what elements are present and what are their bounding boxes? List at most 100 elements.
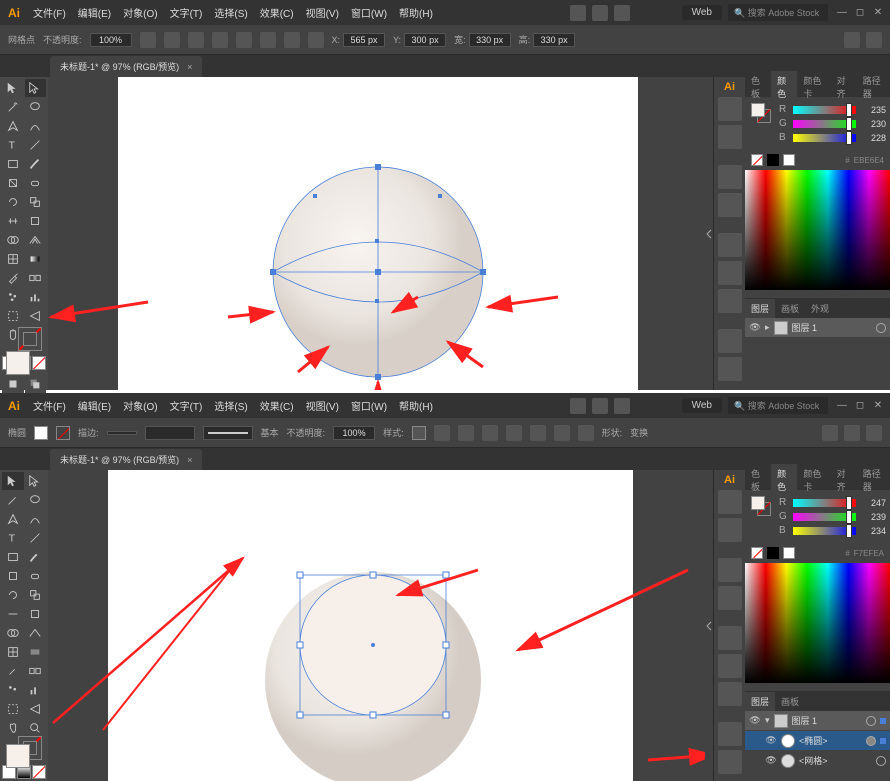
- scale-tool[interactable]: [25, 193, 47, 211]
- eraser-tool[interactable]: [25, 567, 47, 585]
- visibility-toggle[interactable]: 👁: [749, 715, 761, 727]
- gradient-panel-icon[interactable]: [718, 654, 742, 678]
- visibility-toggle[interactable]: 👁: [749, 322, 761, 334]
- close-button[interactable]: ✕: [870, 399, 886, 413]
- transparency-panel-icon[interactable]: [718, 289, 742, 313]
- rectangle-tool[interactable]: [2, 548, 24, 566]
- align-icon[interactable]: [434, 425, 450, 441]
- menu-edit[interactable]: 编辑(E): [73, 2, 116, 23]
- appearance-panel-icon[interactable]: [718, 722, 742, 746]
- black-swatch[interactable]: [767, 547, 779, 559]
- x-field[interactable]: 565 px: [343, 33, 385, 47]
- paintbrush-tool[interactable]: [25, 155, 47, 173]
- expand-arrow-icon[interactable]: ▸: [765, 322, 770, 333]
- direct-selection-tool[interactable]: [25, 472, 47, 490]
- b-value[interactable]: 234: [862, 526, 886, 536]
- collapse-arrow-icon[interactable]: ▾: [765, 715, 770, 726]
- visibility-toggle[interactable]: 👁: [765, 755, 777, 767]
- menu-help[interactable]: 帮助(H): [394, 395, 438, 416]
- arrange-icon[interactable]: [614, 398, 630, 414]
- scale-tool[interactable]: [25, 586, 47, 604]
- r-slider[interactable]: [793, 499, 856, 507]
- line-segment-tool[interactable]: [25, 529, 47, 547]
- menu-file[interactable]: 文件(F): [28, 395, 71, 416]
- align-icon[interactable]: [506, 425, 522, 441]
- workspace-switcher[interactable]: Web: [682, 5, 722, 20]
- document-tab[interactable]: 未标题-1* @ 97% (RGB/预览) ×: [50, 449, 202, 470]
- search-input[interactable]: 🔍 搜索 Adobe Stock: [728, 397, 828, 414]
- mesh-tool[interactable]: [2, 643, 24, 661]
- hex-value[interactable]: EBE6E4: [854, 156, 884, 165]
- r-value[interactable]: 235: [862, 105, 886, 115]
- fill-swatch[interactable]: [34, 426, 48, 440]
- align-icon[interactable]: [284, 32, 300, 48]
- h-field[interactable]: 330 px: [533, 33, 575, 47]
- draw-normal[interactable]: [2, 375, 24, 393]
- blend-tool[interactable]: [25, 269, 47, 287]
- gradient-tool[interactable]: [25, 643, 47, 661]
- symbol-sprayer-tool[interactable]: [2, 681, 24, 699]
- stroke-profile[interactable]: [145, 426, 195, 440]
- gpu-icon[interactable]: [570, 5, 586, 21]
- transparency-panel-icon[interactable]: [718, 682, 742, 706]
- menu-window[interactable]: 窗口(W): [346, 395, 392, 416]
- setup-icon[interactable]: [844, 425, 860, 441]
- line-segment-tool[interactable]: [25, 136, 47, 154]
- zoom-tool[interactable]: [25, 719, 47, 737]
- slice-tool[interactable]: [25, 307, 47, 325]
- type-tool[interactable]: T: [2, 529, 24, 547]
- direct-selection-tool[interactable]: [25, 79, 47, 97]
- style-swatch[interactable]: [412, 426, 426, 440]
- menu-view[interactable]: 视图(V): [301, 2, 344, 23]
- target-icon[interactable]: [866, 736, 876, 746]
- none-swatch[interactable]: [751, 547, 763, 559]
- libraries-panel-icon[interactable]: [718, 518, 742, 542]
- stroke-swatch[interactable]: [18, 327, 42, 351]
- align-icon[interactable]: [260, 32, 276, 48]
- opacity-field[interactable]: 100%: [333, 426, 375, 440]
- doc-setup-icon[interactable]: [592, 398, 608, 414]
- menu-view[interactable]: 视图(V): [301, 395, 344, 416]
- stroke-weight-field[interactable]: [107, 431, 137, 435]
- close-tab-icon[interactable]: ×: [187, 455, 192, 465]
- paintbrush-tool[interactable]: [25, 548, 47, 566]
- draw-behind[interactable]: [25, 375, 47, 393]
- menu-type[interactable]: 文字(T): [165, 2, 208, 23]
- column-graph-tool[interactable]: [25, 681, 47, 699]
- brush-definition[interactable]: [203, 426, 253, 440]
- column-graph-tool[interactable]: [25, 288, 47, 306]
- align-icon[interactable]: [578, 425, 594, 441]
- eyedropper-tool[interactable]: [2, 269, 24, 287]
- align-icon[interactable]: [212, 32, 228, 48]
- fill-swatch[interactable]: [6, 351, 30, 375]
- w-field[interactable]: 330 px: [469, 33, 511, 47]
- mesh-tool[interactable]: [2, 250, 24, 268]
- menu-edit[interactable]: 编辑(E): [73, 395, 116, 416]
- sublayer-name[interactable]: <网格>: [799, 754, 872, 767]
- b-slider[interactable]: [793, 134, 856, 142]
- mini-fill-stroke[interactable]: [751, 496, 771, 516]
- menu-effect[interactable]: 效果(C): [255, 395, 299, 416]
- align-icon[interactable]: [530, 425, 546, 441]
- search-input[interactable]: 🔍 搜索 Adobe Stock: [728, 4, 828, 21]
- blend-tool[interactable]: [25, 662, 47, 680]
- properties-panel-icon[interactable]: [718, 490, 742, 514]
- libraries-panel-icon[interactable]: [718, 125, 742, 149]
- menu-select[interactable]: 选择(S): [209, 395, 252, 416]
- artboards-tab[interactable]: 画板: [775, 692, 805, 711]
- hand-tool[interactable]: [2, 719, 24, 737]
- layer-row[interactable]: 👁 ▸ 图层 1: [745, 318, 890, 338]
- menu-object[interactable]: 对象(O): [118, 395, 162, 416]
- transform-icon[interactable]: [308, 32, 324, 48]
- align-icon[interactable]: [188, 32, 204, 48]
- perspective-grid-tool[interactable]: [25, 231, 47, 249]
- b-value[interactable]: 228: [862, 133, 886, 143]
- fill-stroke-indicator[interactable]: [6, 744, 42, 760]
- graphic-styles-panel-icon[interactable]: [718, 750, 742, 774]
- symbols-panel-icon[interactable]: [718, 193, 742, 217]
- magic-wand-tool[interactable]: [2, 98, 24, 116]
- free-transform-tool[interactable]: [25, 605, 47, 623]
- menu-object[interactable]: 对象(O): [118, 2, 162, 23]
- width-tool[interactable]: [2, 605, 24, 623]
- layer-name[interactable]: 图层 1: [792, 321, 872, 334]
